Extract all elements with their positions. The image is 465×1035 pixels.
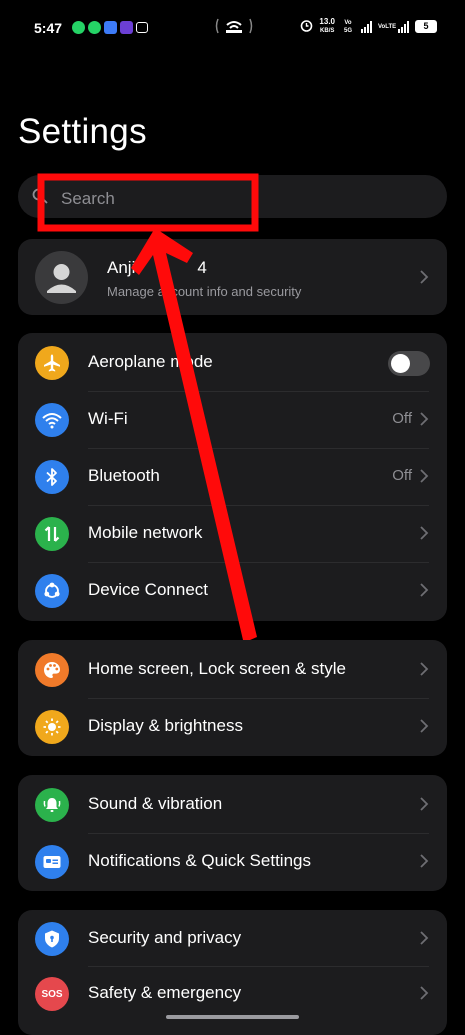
phonepe-icon	[120, 21, 133, 34]
chevron-right-icon	[419, 661, 429, 677]
setting-device-connect[interactable]: Device Connect	[18, 562, 447, 619]
page-title: Settings	[18, 112, 147, 151]
whatsapp-icon	[72, 21, 85, 34]
setting-label: Home screen, Lock screen & style	[88, 659, 346, 678]
aeroplane-mode-toggle[interactable]	[388, 351, 430, 376]
setting-sound-vibration[interactable]: Sound & vibration	[18, 776, 447, 833]
setting-notifications-quick-settings[interactable]: Notifications & Quick Settings	[18, 833, 447, 890]
chevron-right-icon	[419, 269, 429, 290]
status-right: 13.0 KB/S Vo 5G VoLTE 5	[300, 18, 437, 35]
chevron-right-icon	[419, 796, 429, 812]
sos-icon-text: SOS	[41, 988, 63, 1000]
chevron-right-icon	[419, 985, 429, 1001]
wifi-icon	[35, 403, 69, 437]
chevron-right-icon	[419, 468, 429, 484]
brightness-icon	[35, 710, 69, 744]
account-card[interactable]: Anji 4 Manage account info and security	[18, 239, 447, 315]
setting-label: Aeroplane mode	[88, 352, 213, 371]
setting-label: Bluetooth	[88, 466, 160, 485]
setting-label: Notifications & Quick Settings	[88, 851, 311, 870]
whatsapp-business-icon	[88, 21, 101, 34]
chevron-right-icon	[419, 930, 429, 946]
chevron-right-icon	[419, 582, 429, 598]
chevron-right-icon	[419, 411, 429, 427]
setting-value: Off	[392, 467, 412, 484]
setting-label: Safety & emergency	[88, 983, 242, 1002]
airplane-icon	[35, 346, 69, 380]
sim1-label: Vo 5G	[343, 19, 352, 34]
mobile-data-icon	[35, 517, 69, 551]
notifications-icon	[35, 845, 69, 879]
chevron-right-icon	[419, 718, 429, 734]
chevron-right-icon	[419, 525, 429, 541]
screen-icon	[136, 22, 148, 33]
setting-bluetooth[interactable]: Bluetooth Off	[18, 448, 447, 505]
search-icon	[32, 188, 48, 204]
setting-aeroplane-mode[interactable]: Aeroplane mode	[18, 334, 447, 391]
bell-icon	[35, 788, 69, 822]
setting-label: Sound & vibration	[88, 794, 223, 813]
setting-safety-emergency[interactable]: SOS Safety & emergency	[18, 965, 447, 1022]
network-speed: 13.0 KB/S	[319, 17, 335, 35]
app-notification-icon	[104, 21, 117, 34]
sos-icon: SOS	[35, 977, 69, 1011]
sim2-label: VoLTE	[378, 23, 397, 30]
setting-display-brightness[interactable]: Display & brightness	[18, 698, 447, 755]
settings-group-appearance: Home screen, Lock screen & style Display…	[18, 640, 447, 756]
account-subtitle: Manage account info and security	[107, 284, 302, 299]
status-time: 5:47	[34, 20, 63, 36]
palette-icon	[35, 653, 69, 687]
battery-icon: 5	[415, 20, 437, 33]
status-bar: 5:47 13.0 KB/S Vo 5G VoLTE 5	[0, 0, 465, 56]
setting-mobile-network[interactable]: Mobile network	[18, 505, 447, 562]
settings-group-sound-notifications: Sound & vibration Notifications & Quick …	[18, 775, 447, 891]
shield-icon	[35, 922, 69, 956]
settings-group-connectivity: Aeroplane mode Wi-Fi Off Bluetooth Off M…	[18, 333, 447, 621]
toggle-knob	[391, 354, 410, 373]
avatar	[35, 251, 88, 304]
sim1-signal-icon	[361, 20, 372, 33]
chevron-right-icon	[419, 853, 429, 869]
setting-label: Mobile network	[88, 523, 203, 542]
hotspot-icon	[214, 17, 254, 38]
account-name: Anji 4	[107, 258, 207, 277]
setting-home-screen-style[interactable]: Home screen, Lock screen & style	[18, 641, 447, 698]
setting-security-privacy[interactable]: Security and privacy	[18, 910, 447, 967]
alarm-icon	[300, 19, 313, 34]
setting-label: Device Connect	[88, 580, 209, 599]
sim2-signal-icon	[398, 20, 409, 33]
notification-icons	[72, 21, 148, 34]
bluetooth-icon	[35, 460, 69, 494]
setting-label: Display & brightness	[88, 716, 243, 735]
search-placeholder: Search	[61, 189, 115, 208]
setting-value: Off	[392, 410, 412, 427]
device-connect-icon	[35, 574, 69, 608]
setting-label: Security and privacy	[88, 928, 242, 947]
home-indicator	[166, 1015, 299, 1019]
setting-label: Wi-Fi	[88, 409, 128, 428]
setting-wifi[interactable]: Wi-Fi Off	[18, 391, 447, 448]
